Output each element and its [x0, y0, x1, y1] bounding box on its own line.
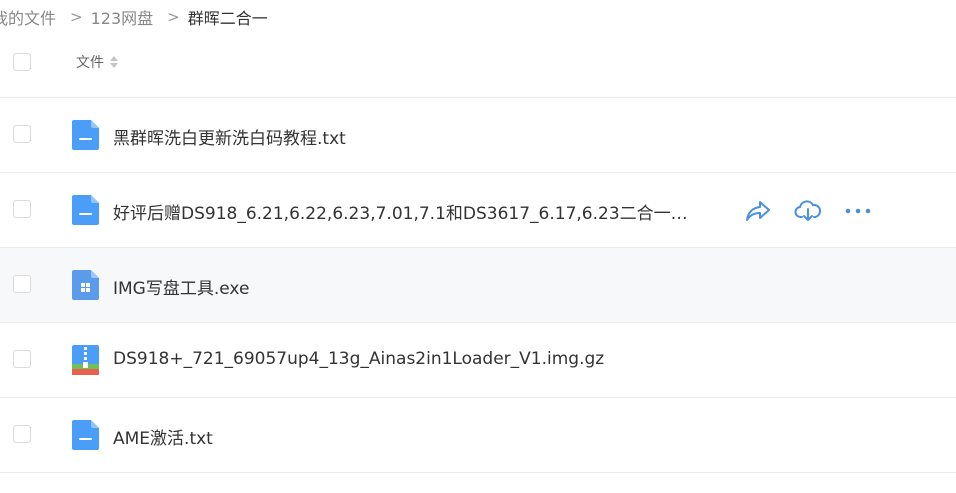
file-name[interactable]: AME激活.txt	[113, 424, 213, 449]
file-row[interactable]: 黑群晖洗白更新洗白码教程.txt	[0, 98, 956, 173]
zip-file-icon	[72, 345, 99, 375]
row-checkbox[interactable]	[13, 275, 31, 293]
breadcrumb-separator: >	[167, 8, 180, 26]
txt-file-icon	[72, 420, 99, 450]
download-icon	[794, 200, 822, 221]
txt-file-icon	[72, 195, 99, 225]
share-icon	[746, 201, 770, 221]
row-checkbox[interactable]	[13, 350, 31, 368]
more-button[interactable]	[844, 197, 872, 225]
more-icon	[845, 208, 871, 214]
sort-icon[interactable]	[110, 56, 118, 68]
file-name[interactable]: IMG写盘工具.exe	[113, 274, 249, 299]
row-checkbox[interactable]	[13, 425, 31, 443]
file-row[interactable]: 好评后赠DS918_6.21,6.22,6.23,7.01,7.1和DS3617…	[0, 173, 956, 248]
row-checkbox[interactable]	[13, 200, 31, 218]
file-row[interactable]: DS918+_721_69057up4_13g_Ainas2in1Loader_…	[0, 323, 956, 398]
txt-file-icon	[72, 120, 99, 150]
row-actions	[744, 197, 894, 225]
file-name[interactable]: 好评后赠DS918_6.21,6.22,6.23,7.01,7.1和DS3617…	[113, 199, 693, 224]
breadcrumb-current-folder: 群晖二合一	[187, 9, 268, 28]
breadcrumb-my-files[interactable]: 我的文件	[0, 5, 56, 29]
file-name[interactable]: DS918+_721_69057up4_13g_Ainas2in1Loader_…	[113, 349, 604, 369]
row-checkbox[interactable]	[13, 125, 31, 143]
breadcrumb: 我的文件 > 123网盘 > 群晖二合一	[0, 4, 268, 30]
file-row[interactable]: AME激活.txt	[0, 398, 956, 473]
breadcrumb-separator: >	[70, 8, 83, 26]
file-list-header: 文件	[0, 30, 956, 98]
select-all-checkbox[interactable]	[13, 53, 31, 71]
exe-file-icon	[72, 270, 99, 300]
breadcrumb-123-drive[interactable]: 123网盘	[91, 5, 154, 29]
file-column-header[interactable]: 文件	[76, 52, 118, 72]
share-button[interactable]	[744, 197, 772, 225]
download-button[interactable]	[794, 197, 822, 225]
file-row[interactable]: IMG写盘工具.exe	[0, 248, 956, 323]
file-name[interactable]: 黑群晖洗白更新洗白码教程.txt	[113, 124, 346, 149]
file-column-label: 文件	[76, 55, 104, 71]
